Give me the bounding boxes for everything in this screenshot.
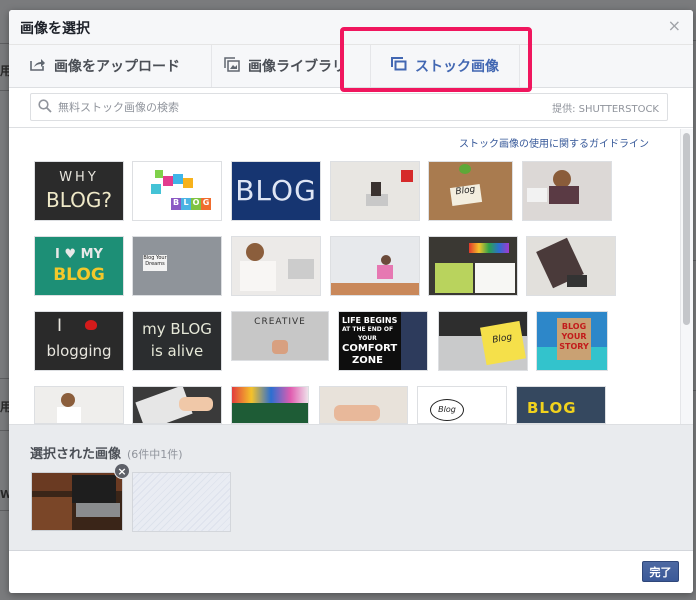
empty-selection-slot xyxy=(132,472,231,532)
scrollbar[interactable] xyxy=(680,129,693,424)
thumb-text: I xyxy=(57,316,63,336)
image-thumbnail[interactable]: Blog xyxy=(428,161,513,221)
selected-images-heading: 選択された画像 (6件中1件) xyxy=(30,443,183,462)
thumb-text: BLOG? xyxy=(45,188,112,212)
tab-label: ストック画像 xyxy=(415,59,499,75)
thumb-text: I ♥ MY xyxy=(55,247,103,262)
thumb-text: COMFORT xyxy=(342,343,398,354)
tab-upload-image[interactable]: 画像をアップロード xyxy=(18,45,212,87)
tab-image-library[interactable]: 画像ライブラリ xyxy=(212,45,362,87)
search-icon xyxy=(38,98,52,117)
dialog-footer: 完了 xyxy=(9,551,693,593)
selected-images-panel: 選択された画像 (6件中1件) × xyxy=(9,424,693,551)
thumb-text: my BLOG xyxy=(142,320,212,338)
image-thumbnail[interactable]: WHY BLOG? xyxy=(34,161,124,221)
tab-bar: 画像をアップロード 画像ライブラリ ストック画像 xyxy=(9,45,693,88)
image-thumbnail[interactable]: BLOG xyxy=(231,161,321,221)
image-thumbnail[interactable]: Blog xyxy=(417,386,507,424)
thumb-text: BLOG xyxy=(53,265,105,285)
image-thumbnail[interactable]: BLOG xyxy=(516,386,606,424)
selected-count: (6件中1件) xyxy=(127,448,183,461)
tab-label: 画像をアップロード xyxy=(54,59,180,75)
search-input[interactable] xyxy=(58,100,553,114)
image-thumbnail[interactable]: I blogging xyxy=(34,311,124,371)
image-thumbnail[interactable] xyxy=(231,386,309,424)
image-thumbnail[interactable]: my BLOG is alive xyxy=(132,311,222,371)
dialog-header: 画像を選択 × xyxy=(9,10,693,45)
image-thumbnail[interactable] xyxy=(319,386,408,424)
thumb-text: WHY xyxy=(59,170,99,185)
thumb-text: Blog xyxy=(430,399,464,421)
done-button[interactable]: 完了 xyxy=(642,561,679,582)
thumb-text: Blog xyxy=(449,183,483,206)
image-thumbnail[interactable]: BLOG xyxy=(132,161,222,221)
guideline-link[interactable]: ストック画像の使用に関するガイドライン xyxy=(459,135,649,150)
heart-icon xyxy=(85,320,97,330)
thumb-text: AT THE END OF xyxy=(342,326,394,333)
thumb-text: STORY xyxy=(559,342,589,351)
thumb-text: Blog xyxy=(480,320,526,366)
image-thumbnail[interactable]: Blog xyxy=(438,311,528,371)
stock-image-grid: ストック画像の使用に関するガイドライン WHY BLOG? BLOG BLOG … xyxy=(9,129,693,424)
image-thumbnail[interactable] xyxy=(330,236,420,296)
image-thumbnail[interactable] xyxy=(428,236,518,296)
image-thumbnail[interactable]: I ♥ MY BLOG xyxy=(34,236,124,296)
thumb-text: is alive xyxy=(150,342,204,360)
thumb-text: CREATIVE xyxy=(254,317,306,327)
image-library-icon xyxy=(224,56,240,76)
close-button[interactable]: × xyxy=(668,18,681,34)
image-thumbnail[interactable]: BLOG YOUR STORY xyxy=(536,311,608,371)
image-thumbnail[interactable] xyxy=(231,236,321,296)
image-thumbnail[interactable] xyxy=(34,386,124,424)
thumb-text: YOUR xyxy=(358,335,377,342)
thumb-text: Blog Your Dreams xyxy=(143,255,167,271)
image-thumbnail[interactable] xyxy=(522,161,612,221)
thumb-text: BLOG xyxy=(527,399,577,417)
image-thumbnail[interactable] xyxy=(132,386,222,424)
provider-label: 提供: SHUTTERSTOCK xyxy=(552,103,659,115)
thumb-text: BLOG xyxy=(235,174,317,207)
image-thumbnail[interactable]: LIFE BEGINS AT THE END OF YOUR COMFORT Z… xyxy=(338,311,428,371)
thumb-text: BLOG xyxy=(561,322,587,331)
stock-images-icon xyxy=(391,57,407,75)
thumb-text: YOUR xyxy=(561,332,587,341)
selected-title: 選択された画像 xyxy=(30,447,122,462)
select-image-dialog: 画像を選択 × 画像をアップロード 画像ライブラリ ストック画像 無料ストック画… xyxy=(9,10,693,593)
search-bar: 提供: SHUTTERSTOCK xyxy=(9,88,693,128)
tab-label: 画像ライブラリ xyxy=(248,59,346,75)
image-thumbnail[interactable] xyxy=(330,161,420,221)
selected-image-thumbnail[interactable] xyxy=(31,472,123,531)
thumb-text: ZONE xyxy=(352,355,383,366)
tab-stock-images[interactable]: ストック画像 xyxy=(370,45,520,87)
thumb-text: blogging xyxy=(46,342,112,360)
image-thumbnail[interactable]: CREATIVE xyxy=(231,311,329,361)
image-thumbnail[interactable]: Blog Your Dreams xyxy=(132,236,222,296)
thumb-text: LIFE BEGINS xyxy=(342,316,398,325)
image-thumbnail[interactable] xyxy=(526,236,616,296)
remove-selected-image-button[interactable]: × xyxy=(114,463,130,479)
upload-icon xyxy=(30,57,46,75)
scrollbar-thumb[interactable] xyxy=(683,133,690,325)
search-field[interactable]: 提供: SHUTTERSTOCK xyxy=(30,93,668,121)
dialog-title: 画像を選択 xyxy=(20,21,90,37)
